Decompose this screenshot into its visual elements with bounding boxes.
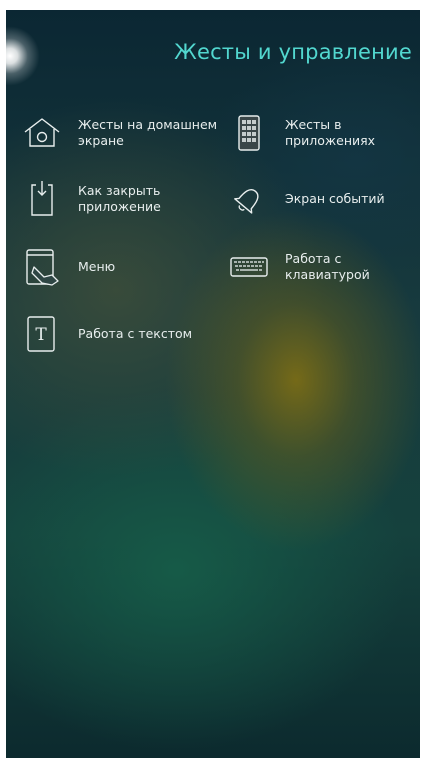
item-keyboard[interactable]: Работа с клавиатурой — [227, 245, 420, 289]
item-home-gestures[interactable]: Жесты на домашнем экране — [20, 111, 218, 155]
app-grid-icon — [227, 111, 271, 155]
item-label: Как закрыть приложение — [78, 183, 161, 214]
svg-text:T: T — [35, 325, 47, 345]
item-close-app[interactable]: Как закрыть приложение — [20, 177, 218, 221]
home-icon — [20, 111, 64, 155]
light-flare — [6, 26, 40, 86]
keyboard-icon — [227, 245, 271, 289]
item-label: Экран событий — [285, 191, 385, 206]
menu-gesture-icon — [20, 245, 64, 289]
bell-icon — [227, 177, 271, 221]
item-events-screen[interactable]: Экран событий — [227, 177, 420, 221]
item-label: Работа с клавиатурой — [285, 251, 370, 282]
item-menu[interactable]: Меню — [20, 245, 218, 289]
item-app-gestures[interactable]: Жесты в приложениях — [227, 111, 420, 155]
close-app-icon — [20, 177, 64, 221]
page-title: Жесты и управление — [174, 40, 412, 64]
item-label: Работа с текстом — [78, 326, 193, 341]
item-label: Жесты в приложениях — [285, 117, 376, 148]
screen: Жесты и управление Жесты на домашнем экр… — [6, 10, 420, 758]
text-icon: T — [20, 312, 64, 356]
item-text[interactable]: T Работа с текстом — [20, 312, 218, 356]
item-label: Меню — [78, 259, 116, 274]
item-label: Жесты на домашнем экране — [78, 117, 218, 148]
